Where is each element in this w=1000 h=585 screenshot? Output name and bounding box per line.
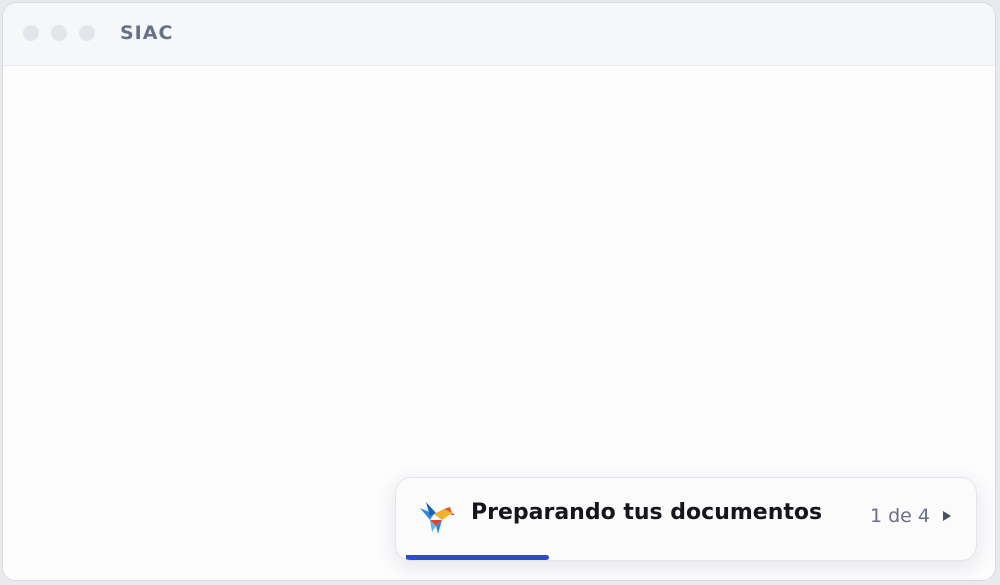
progress-bar <box>396 555 976 560</box>
toast-message: Preparando tus documentos <box>471 500 823 525</box>
minimize-dot[interactable] <box>51 25 67 41</box>
hummingbird-logo-icon <box>418 498 456 536</box>
app-title: SIAC <box>120 22 174 44</box>
play-triangle-icon <box>943 511 951 521</box>
step-counter: 1 de 4 <box>869 505 930 527</box>
maximize-dot[interactable] <box>79 25 95 41</box>
next-step-button[interactable] <box>936 502 958 530</box>
title-bar: SIAC <box>3 3 995 66</box>
progress-bar-fill <box>406 555 549 560</box>
close-dot[interactable] <box>23 25 39 41</box>
app-window: SIAC Preparando tus documentos 1 de 4 <box>2 2 996 581</box>
progress-toast: Preparando tus documentos 1 de 4 <box>395 477 977 561</box>
